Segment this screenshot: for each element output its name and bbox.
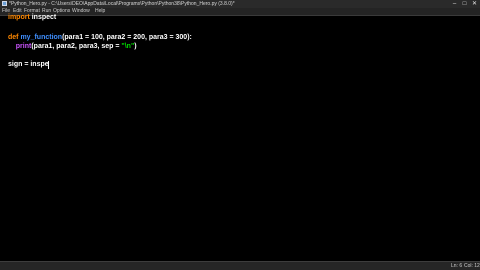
function-name: my_function (20, 34, 63, 41)
function-params: (para1 = 100, para2 = 200, para3 = 300): (62, 34, 192, 41)
text-cursor (48, 61, 49, 69)
menu-bar: File Edit Format Run Options Window Help (0, 8, 480, 16)
close-button[interactable]: ✕ (470, 0, 479, 8)
status-col: Col: 12 (464, 263, 480, 269)
print-args: (para1, para2, para3, sep = (31, 43, 122, 50)
print-close: ) (134, 43, 137, 50)
menu-window[interactable]: Window (72, 8, 90, 15)
minimize-button[interactable]: – (450, 0, 459, 8)
status-line: Ln: 6 (451, 263, 463, 269)
import-module: inspect (29, 14, 57, 21)
string-literal: "\n" (121, 43, 135, 50)
code-line-7: sign = inspe (8, 61, 49, 68)
code-line-4: print(para1, para2, para3, sep = "\n") (8, 42, 137, 51)
keyword-import: import (8, 14, 30, 21)
code-line-1: import inspect (8, 13, 56, 22)
builtin-print: print (15, 43, 32, 50)
window-title: *Python_Hero.py - C:\Users\DEO\AppData\L… (9, 1, 235, 7)
python-idle-icon (2, 1, 7, 6)
menu-help[interactable]: Help (95, 8, 105, 15)
code-line-3: def my_function(para1 = 100, para2 = 200… (8, 33, 192, 42)
code-editor[interactable] (0, 16, 480, 261)
maximize-button[interactable]: □ (460, 0, 469, 8)
keyword-def: def (8, 34, 19, 41)
status-bar: Ln: 6 Col: 12 (0, 261, 480, 270)
title-bar: *Python_Hero.py - C:\Users\DEO\AppData\L… (0, 0, 480, 8)
